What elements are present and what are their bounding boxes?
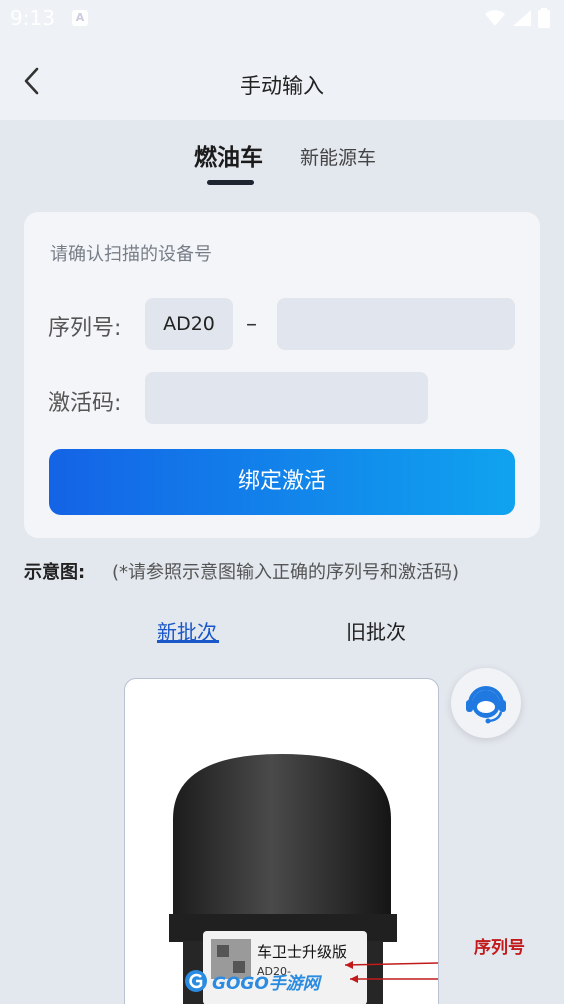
- watermark-logo: GOGO手游网: [184, 966, 320, 996]
- diagram-label: 示意图:: [24, 562, 86, 583]
- status-time: 9:13: [10, 6, 55, 30]
- status-icons: [484, 8, 550, 28]
- device-diagram-image: 车卫士升级版 AD20-: [124, 678, 439, 1004]
- headset-icon: [466, 686, 506, 724]
- status-bar: 9:13 A: [0, 0, 564, 38]
- tab-active-indicator: [207, 180, 254, 185]
- tab-fuel-vehicle[interactable]: 燃油车: [194, 138, 263, 172]
- notification-icon: A: [72, 10, 88, 26]
- form-hint: 请确认扫描的设备号: [50, 244, 212, 265]
- device-label-title: 车卫士升级版: [257, 943, 347, 961]
- obd-device-illustration: 车卫士升级版 AD20-: [169, 754, 438, 1004]
- page-title: 手动输入: [240, 74, 324, 98]
- diagram-note: (*请参照示意图输入正确的序列号和激活码): [112, 562, 460, 583]
- tab-new-energy-vehicle[interactable]: 新能源车: [300, 143, 376, 170]
- serial-prefix-field: AD20: [145, 298, 233, 350]
- serial-separator: –: [246, 312, 257, 337]
- activation-code-input[interactable]: [145, 372, 428, 424]
- serial-label: 序列号:: [48, 316, 122, 341]
- watermark-text: GOGO手游网: [212, 973, 320, 994]
- serial-prefix-value: AD20: [163, 313, 215, 335]
- app-header: 手动输入: [0, 38, 564, 120]
- battery-icon: [538, 8, 550, 28]
- vehicle-type-tabs: 燃油车 新能源车: [0, 138, 564, 188]
- serial-annotation-label: 序列号: [474, 938, 525, 958]
- wifi-icon: [485, 10, 505, 26]
- serial-number-input[interactable]: [277, 298, 515, 350]
- tab-old-batch[interactable]: 旧批次: [346, 616, 406, 645]
- activation-form-card: 请确认扫描的设备号 序列号: AD20 – 激活码: 绑定激活: [24, 212, 540, 538]
- bind-activate-button[interactable]: 绑定激活: [49, 449, 515, 515]
- signal-icon: [513, 10, 531, 26]
- activation-label: 激活码:: [48, 391, 122, 416]
- gogo-logo-icon: [185, 970, 207, 992]
- customer-support-button[interactable]: [451, 668, 521, 738]
- batch-tab-active-indicator: [157, 640, 219, 643]
